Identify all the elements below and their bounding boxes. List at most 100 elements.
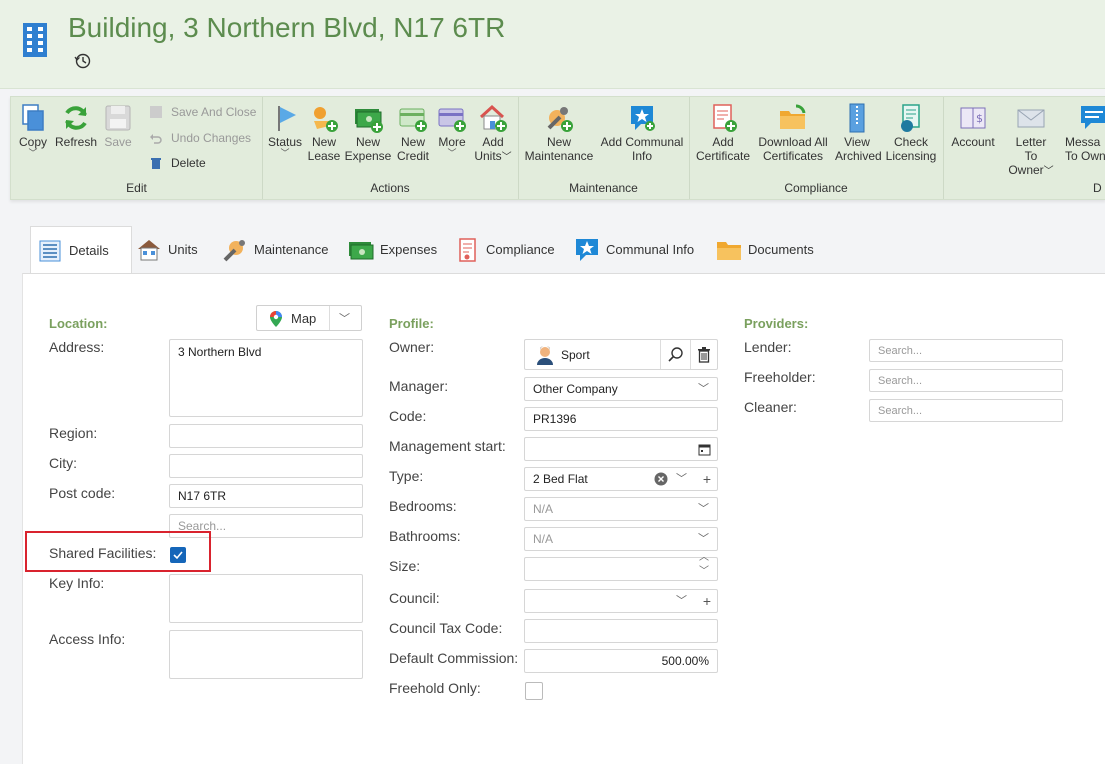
code-input[interactable]: PR1396 (524, 407, 718, 431)
status-button[interactable]: Status ﹀ (266, 103, 304, 158)
map-button[interactable]: Map ﹀ (256, 305, 362, 331)
certificate-icon (713, 104, 737, 132)
download-all-certificates-button[interactable]: Download All Certificates (755, 103, 831, 163)
letter-to-owner-button[interactable]: Letter To Owner﹀ (1001, 103, 1061, 179)
cleaner-search-input[interactable]: Search... (869, 399, 1063, 422)
history-icon[interactable] (74, 52, 92, 70)
more-icon (438, 108, 466, 132)
house-icon (479, 104, 507, 132)
management-start-label: Management start: (389, 438, 506, 454)
size-stepper[interactable]: ︿ ﹀ (524, 552, 718, 581)
management-start-date-input[interactable] (524, 437, 718, 461)
tab-communal-info[interactable]: Communal Info (568, 226, 730, 273)
save-close-icon (150, 106, 162, 118)
key-info-textarea[interactable] (169, 574, 363, 623)
house-icon (138, 240, 160, 261)
freeholder-search-input[interactable]: Search... (869, 369, 1063, 392)
zip-icon (849, 103, 865, 133)
message-to-owner-button[interactable]: Messa To Own (1065, 103, 1105, 163)
person-avatar-icon (537, 346, 553, 365)
ribbon-group-maintenance: New Maintenance Add Communal Info Maintena… (518, 97, 690, 199)
ribbon-group-edit: Copy ﹀ Refresh Save Save And Close Undo … (11, 97, 263, 199)
spin-up-icon[interactable]: ︿ (699, 552, 709, 564)
flag-icon (278, 106, 296, 131)
money-icon (355, 109, 383, 133)
add-communal-info-button[interactable]: Add Communal Info (598, 103, 686, 163)
lender-search-input[interactable]: Search... (869, 339, 1063, 362)
type-select[interactable]: 2 Bed Flat ﹀ + (524, 467, 718, 491)
wrench-icon (223, 240, 245, 262)
delete-button[interactable]: Delete (147, 154, 206, 172)
default-commission-input[interactable]: 500.00% (524, 649, 718, 673)
new-credit-button[interactable]: New Credit (394, 103, 432, 163)
refresh-icon (65, 106, 87, 130)
access-info-textarea[interactable] (169, 630, 363, 679)
view-archived-button[interactable]: View Archived (835, 103, 882, 163)
freeholder-label: Freeholder: (744, 369, 816, 385)
money-icon (349, 242, 374, 260)
bedrooms-select[interactable]: N/A ﹀ (524, 497, 718, 521)
freehold-only-label: Freehold Only: (389, 680, 481, 696)
region-input[interactable] (169, 424, 363, 448)
account-book-icon: $ (960, 107, 986, 129)
add-icon[interactable]: + (703, 468, 711, 490)
add-icon[interactable]: + (703, 590, 711, 612)
chevron-down-icon: ﹀ (698, 503, 709, 515)
spin-down-icon[interactable]: ﹀ (699, 566, 709, 578)
cleaner-label: Cleaner: (744, 399, 797, 415)
council-select[interactable]: ﹀ + (524, 589, 718, 613)
postcode-input[interactable]: N17 6TR (169, 484, 363, 508)
message-icon (1081, 106, 1105, 129)
address-textarea[interactable]: 3 Northern Blvd (169, 339, 363, 417)
account-button[interactable]: $ Account (947, 103, 999, 149)
group-label-compliance: Compliance (784, 181, 848, 195)
save-and-close-button[interactable]: Save And Close (147, 103, 256, 121)
council-tax-code-input[interactable] (524, 619, 718, 643)
check-licensing-button[interactable]: Check Licensing (883, 103, 939, 163)
new-maintenance-button[interactable]: New Maintenance (524, 103, 594, 163)
city-label: City: (49, 455, 77, 471)
address-label: Address: (49, 339, 105, 355)
group-label-documents: D (1093, 181, 1102, 195)
copy-button[interactable]: Copy ﹀ (15, 103, 51, 158)
calendar-icon[interactable] (698, 443, 711, 456)
tab-bar: Details Units Maintenance Expenses Compl… (22, 226, 1105, 274)
refresh-button[interactable]: Refresh (55, 103, 97, 149)
ribbon-group-documents: $ Account Letter To Owner﹀ Messa To Own D (943, 97, 1105, 199)
manager-select[interactable]: Other Company ﹀ (524, 377, 718, 401)
owner-field[interactable]: Sport (524, 339, 718, 370)
search-icon[interactable] (668, 347, 684, 363)
chevron-down-icon[interactable]: ﹀ (339, 306, 350, 332)
save-button[interactable]: Save (101, 103, 135, 149)
add-units-button[interactable]: Add Units﹀ (472, 103, 514, 165)
freehold-only-checkbox[interactable] (525, 682, 543, 700)
envelope-icon (1017, 109, 1045, 128)
undo-changes-button[interactable]: Undo Changes (147, 129, 251, 147)
tab-documents[interactable]: Documents (710, 226, 852, 273)
council-tax-code-label: Council Tax Code: (389, 620, 503, 636)
add-certificate-button[interactable]: Add Certificate (693, 103, 753, 163)
ribbon-toolbar: Copy ﹀ Refresh Save Save And Close Undo … (10, 96, 1105, 200)
group-label-actions: Actions (370, 181, 410, 195)
details-list-icon (39, 240, 61, 262)
clear-icon[interactable] (654, 472, 668, 486)
new-expense-button[interactable]: New Expense (344, 103, 392, 163)
more-button[interactable]: More ﹀ (434, 103, 470, 158)
code-label: Code: (389, 408, 427, 424)
certificate-icon (459, 238, 476, 262)
trash-icon[interactable] (697, 347, 711, 363)
lease-key-icon (314, 107, 338, 132)
tab-details[interactable]: Details (30, 226, 132, 274)
copy-icon (22, 104, 44, 131)
new-lease-button[interactable]: New Lease (306, 103, 342, 163)
bathrooms-label: Bathrooms: (389, 528, 461, 544)
size-label: Size: (389, 558, 421, 574)
group-label-maintenance: Maintenance (569, 181, 638, 195)
access-info-label: Access Info: (49, 631, 126, 647)
bathrooms-select[interactable]: N/A ﹀ (524, 527, 718, 551)
trash-icon (151, 158, 161, 169)
chevron-down-icon: ﹀ (447, 148, 457, 158)
city-input[interactable] (169, 454, 363, 478)
postcode-label: Post code: (49, 485, 116, 501)
page-title: Building, 3 Northern Blvd, N17 6TR (68, 12, 506, 43)
